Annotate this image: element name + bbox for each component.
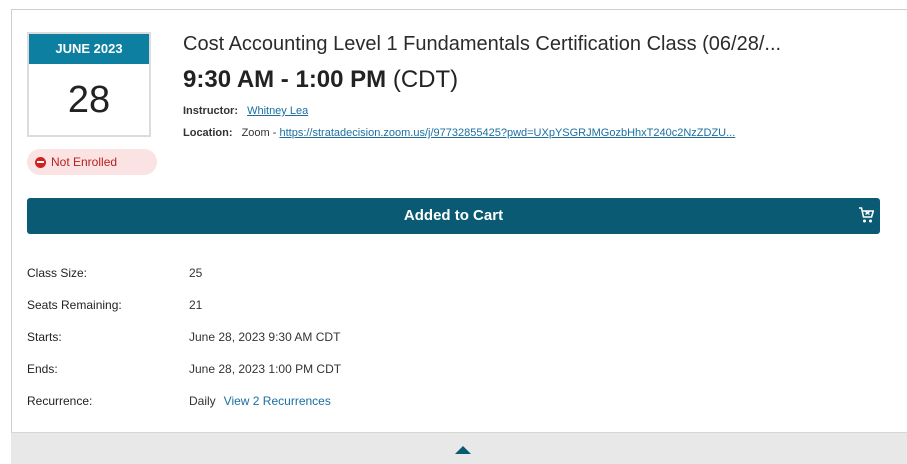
event-title: Cost Accounting Level 1 Fundamentals Cer… (183, 33, 782, 55)
status-badge-label: Not Enrolled (51, 155, 118, 169)
detail-label: Starts: (27, 330, 62, 344)
location-label: Location: (183, 127, 233, 139)
minus-circle-icon (35, 156, 46, 168)
status-badge: Not Enrolled (27, 149, 157, 175)
detail-value: 21 (189, 298, 203, 312)
detail-value: Daily View 2 Recurrences (189, 394, 331, 408)
added-to-cart-label: Added to Cart (403, 207, 504, 224)
event-time: 9:30 AM - 1:00 PM (CDT) (183, 66, 458, 94)
added-to-cart-button[interactable]: Added to Cart (27, 198, 880, 234)
recurrence-value: Daily (189, 394, 216, 408)
instructor-link[interactable]: Whitney Lea (247, 105, 308, 117)
detail-label: Seats Remaining: (27, 298, 122, 312)
detail-label: Recurrence: (27, 394, 93, 408)
detail-value: June 28, 2023 1:00 PM CDT (189, 362, 342, 376)
detail-label: Class Size: (27, 266, 88, 280)
detail-value: 25 (189, 266, 203, 280)
event-timezone: (CDT) (392, 66, 459, 93)
detail-label: Ends: (27, 362, 58, 376)
location-link[interactable]: https://stratadecision.zoom.us/j/9773285… (279, 127, 735, 139)
date-month-year: JUNE 2023 (29, 34, 149, 64)
detail-value: June 28, 2023 9:30 AM CDT (189, 330, 341, 344)
date-calendar-box: JUNE 2023 28 (27, 32, 151, 137)
chevron-up-icon[interactable] (455, 446, 471, 454)
cart-remove-icon[interactable] (858, 206, 874, 224)
location-prefix: Zoom - (241, 127, 280, 139)
instructor-row: Instructor: Whitney Lea (183, 105, 308, 117)
view-recurrences-link[interactable]: View 2 Recurrences (224, 394, 331, 408)
event-time-range: 9:30 AM - 1:00 PM (183, 66, 387, 93)
date-day: 28 (67, 79, 111, 121)
location-row: Location: Zoom - https://stratadecision.… (183, 127, 883, 139)
instructor-label: Instructor: (183, 105, 238, 117)
collapse-toggle-bar[interactable] (11, 432, 907, 464)
